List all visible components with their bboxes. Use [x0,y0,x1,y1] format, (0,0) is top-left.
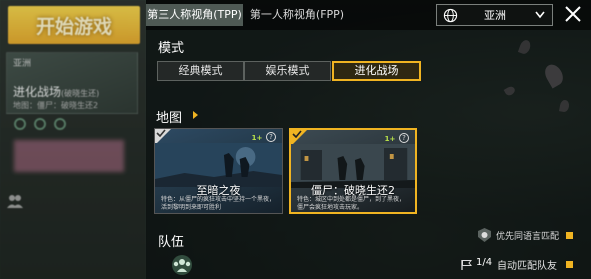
language-match-checkbox[interactable] [566,232,573,239]
shortcut-icon[interactable] [34,118,46,130]
chevron-right-icon [193,111,198,119]
event-banner[interactable] [14,140,124,172]
mode-arcade-button[interactable]: 娱乐模式 [244,61,331,81]
team-count: 1/4 [476,257,493,268]
start-game-button[interactable]: 开始游戏 [8,6,140,44]
region-select[interactable]: 亚洲 [436,4,553,26]
current-region-label: 亚洲 [13,59,32,69]
info-icon[interactable]: ? [399,133,409,143]
current-mode-sub: (破晓生还) [61,89,100,98]
map-section-title: 地图 [156,111,183,126]
current-mode-title: 进化战场(破晓生还) [13,83,99,100]
friends-icon[interactable] [6,192,24,210]
globe-icon [443,8,458,23]
close-icon[interactable] [564,5,582,23]
map-description: 特色：从僵尸的疯狂攻击中坚持一个黑夜，活到黎明到来即可胜利 [161,196,276,211]
language-match-label: 优先同语言匹配 [496,232,560,242]
current-mode-card[interactable]: 亚洲 进化战场(破晓生还) 地图：僵尸：破晓生还2 [6,52,138,114]
lobby-panel: 开始游戏 亚洲 进化战场(破晓生还) 地图：僵尸：破晓生还2 [0,0,146,279]
check-icon [156,129,166,137]
current-map-label: 地图：僵尸：破晓生还2 [13,101,99,110]
mode-classic-button[interactable]: 经典模式 [157,61,244,81]
region-value: 亚洲 [484,9,506,22]
shortcut-icon[interactable] [14,118,26,130]
map-description: 特色：城区中到处都是僵尸，到了黑夜，僵尸会疯狂地攻击玩家。 [297,196,406,211]
auto-match-label: 自动匹配队友 [497,261,557,272]
mode-evo-button[interactable]: 进化战场 [332,61,421,81]
mode-section-title: 模式 [158,41,185,56]
shortcut-icon[interactable] [54,118,66,130]
map-card-night[interactable]: 1+ ? 至暗之夜 特色：从僵尸的疯狂攻击中坚持一个黑夜，活到黎明到来即可胜利 [154,128,283,214]
tab-tpp[interactable]: 第三人称视角(TPP) [146,4,243,26]
info-icon[interactable]: ? [266,132,276,142]
team-section-title: 队伍 [158,235,185,250]
map-card-dawn[interactable]: 1+ ? 僵尸：破晓生还2 特色：城区中到处都是僵尸，到了黑夜，僵尸会疯狂地攻击… [289,128,417,214]
auto-match-checkbox[interactable] [566,261,573,268]
tab-fpp[interactable]: 第一人称视角(FPP) [249,4,345,26]
mode-select-modal: 第三人称视角(TPP) 第一人称视角(FPP) 亚洲 模式 经典模式 娱乐模式 … [146,0,591,279]
chevron-down-icon [535,11,545,19]
team-icon[interactable] [170,254,194,276]
language-icon [478,228,491,242]
map-preview-image [155,143,282,187]
current-mode-name: 进化战场 [13,85,62,99]
check-icon [292,130,302,138]
lobby-shortcut-icons [14,118,66,130]
flag-icon [461,260,472,270]
